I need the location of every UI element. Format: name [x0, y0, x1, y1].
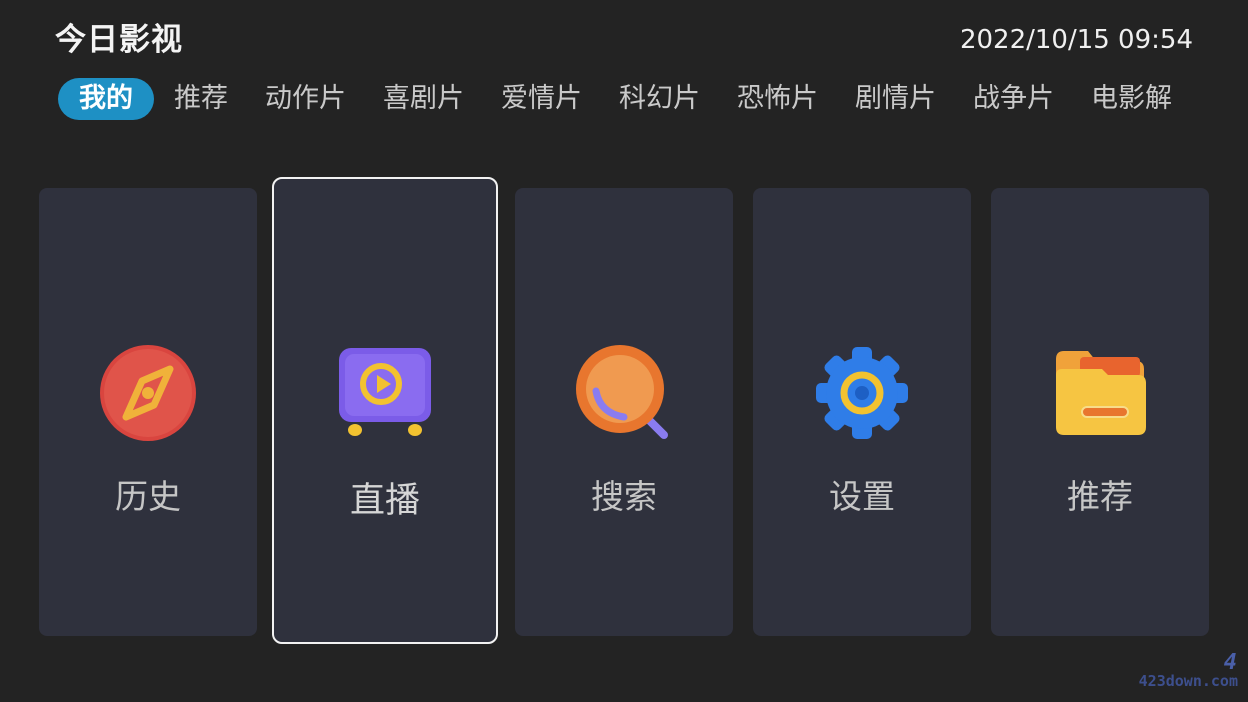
- search-icon: [576, 345, 668, 439]
- history-label: 历史: [115, 477, 181, 516]
- tv-play-icon: [339, 348, 431, 436]
- recommend-label: 推荐: [1067, 477, 1133, 516]
- search-card[interactable]: 搜索: [515, 188, 733, 636]
- watermark-site: 423down.com: [1138, 672, 1238, 690]
- settings-label: 设置: [829, 477, 895, 516]
- menu-cards: 历史 直播 搜索 设置 推荐: [0, 0, 1248, 702]
- compass-icon: [100, 345, 196, 441]
- app-screen: 今日影视 2022/10/15 09:54 我的 推荐 动作片 喜剧片 爱情片 科幻片 恐怖…: [0, 0, 1248, 702]
- live-label: 直播: [349, 481, 420, 521]
- watermark-logo: 4: [1223, 650, 1238, 675]
- settings-card[interactable]: 设置: [753, 188, 971, 636]
- history-card[interactable]: 历史: [39, 188, 257, 636]
- search-label: 搜索: [591, 477, 657, 516]
- gear-icon: [816, 347, 908, 439]
- site-watermark: 4 423down.com: [1138, 650, 1238, 691]
- folder-icon: [1056, 351, 1146, 435]
- live-card[interactable]: 直播: [272, 177, 498, 644]
- recommend-card[interactable]: 推荐: [991, 188, 1209, 636]
